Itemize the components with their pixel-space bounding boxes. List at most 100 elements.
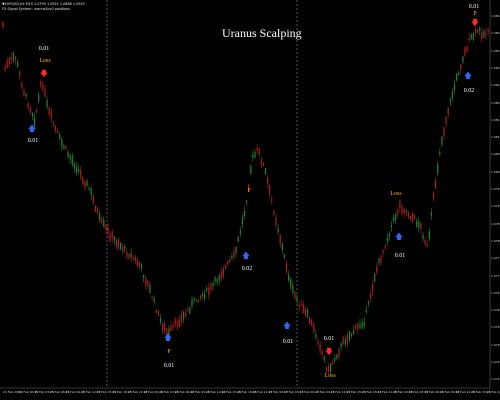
- candle: [153, 295, 155, 305]
- candle: [227, 260, 229, 266]
- candle: [363, 316, 365, 330]
- price-tick-label: 1.0840: [491, 31, 500, 36]
- candle: [378, 258, 380, 267]
- candle: [290, 277, 292, 290]
- signal-lot-label: 0.01: [323, 336, 335, 342]
- candle: [52, 120, 54, 128]
- candle: [73, 161, 75, 173]
- candle: [393, 214, 395, 222]
- candle: [485, 27, 487, 40]
- candle: [12, 51, 15, 64]
- sell-arrow-icon: 🡇: [324, 347, 334, 356]
- candle: [2, 21, 4, 30]
- candle: [143, 274, 145, 283]
- candle: [403, 207, 405, 219]
- candle: [439, 148, 441, 157]
- candle: [80, 166, 82, 180]
- candle: [384, 244, 386, 250]
- candle: [407, 211, 409, 219]
- candle: [229, 256, 231, 264]
- candle: [239, 226, 241, 238]
- candle: [61, 137, 63, 151]
- candle: [481, 27, 483, 43]
- price-tick-label: 1.0830: [491, 65, 500, 70]
- price-chart[interactable]: [0, 0, 500, 400]
- candle: [344, 335, 346, 348]
- candle: [82, 176, 84, 186]
- candle: [122, 243, 124, 256]
- candle: [42, 80, 44, 93]
- candle: [15, 55, 17, 66]
- candle: [292, 280, 294, 295]
- signal-result-label: P: [247, 188, 251, 194]
- candle: [441, 135, 443, 148]
- candle: [313, 321, 315, 334]
- signal-lot-label: 0.02: [241, 266, 253, 272]
- candle: [120, 242, 122, 251]
- candle: [340, 341, 342, 352]
- candle: [380, 255, 382, 266]
- candle: [189, 306, 191, 315]
- candle: [111, 228, 113, 244]
- candle: [197, 299, 199, 303]
- candle: [428, 228, 430, 242]
- candle: [126, 247, 128, 260]
- candle: [342, 335, 344, 345]
- candle: [170, 322, 172, 332]
- candle: [174, 317, 176, 328]
- candle: [187, 306, 189, 313]
- price-tick-label: 1.0775: [491, 256, 500, 261]
- candle: [357, 322, 359, 334]
- candle: [372, 279, 374, 296]
- candle: [462, 55, 464, 64]
- candle: [351, 333, 353, 339]
- candle: [71, 152, 73, 167]
- candle: [29, 105, 31, 115]
- chart-window[interactable]: ▼EURUSD,H4 M15 1.0799 1.0921 1.0888 1.09…: [0, 0, 500, 400]
- candle: [23, 88, 25, 97]
- candle: [96, 206, 99, 216]
- candle: [260, 156, 262, 169]
- candle: [432, 191, 435, 202]
- candle: [456, 72, 458, 82]
- candle: [191, 296, 193, 309]
- price-tick-label: 1.0770: [491, 273, 500, 278]
- signal-result-label: P: [167, 349, 171, 355]
- candle: [99, 210, 101, 223]
- price-tick-label: 1.0800: [491, 169, 500, 174]
- candle: [399, 199, 401, 213]
- candle: [250, 164, 252, 175]
- candle: [21, 81, 23, 91]
- price-tick-label: 1.0845: [491, 14, 500, 18]
- price-tick-label: 1.0785: [491, 221, 500, 226]
- candle: [235, 246, 237, 258]
- price-tick-label: 1.0750: [491, 342, 500, 347]
- price-tick-label: 1.0780: [491, 238, 500, 243]
- candle: [426, 240, 428, 248]
- candle: [147, 280, 149, 290]
- candle: [185, 309, 187, 318]
- time-tick-label: 28 Feb 18:15: [486, 390, 500, 394]
- candle: [180, 310, 183, 327]
- candle: [468, 33, 470, 43]
- signal-lot-label: 0.01: [163, 363, 175, 369]
- candle: [409, 215, 411, 222]
- candle: [220, 268, 222, 282]
- candle: [159, 314, 162, 325]
- candle: [332, 359, 334, 365]
- candle: [233, 246, 235, 262]
- price-tick-label: 1.0740: [491, 377, 500, 382]
- candle: [302, 300, 304, 314]
- candle: [306, 307, 309, 319]
- signal-lot-label: 0.01: [38, 46, 50, 52]
- candle: [17, 59, 19, 68]
- candle: [445, 115, 447, 128]
- candle: [353, 325, 355, 335]
- candle: [84, 180, 86, 192]
- candle: [54, 124, 57, 134]
- candle: [109, 231, 111, 242]
- candle: [210, 281, 212, 294]
- candle: [430, 208, 432, 221]
- symbol-info-line: ▼EURUSD,H4 M15 1.0799 1.0921 1.0888 1.09…: [2, 2, 85, 6]
- candle: [267, 175, 269, 188]
